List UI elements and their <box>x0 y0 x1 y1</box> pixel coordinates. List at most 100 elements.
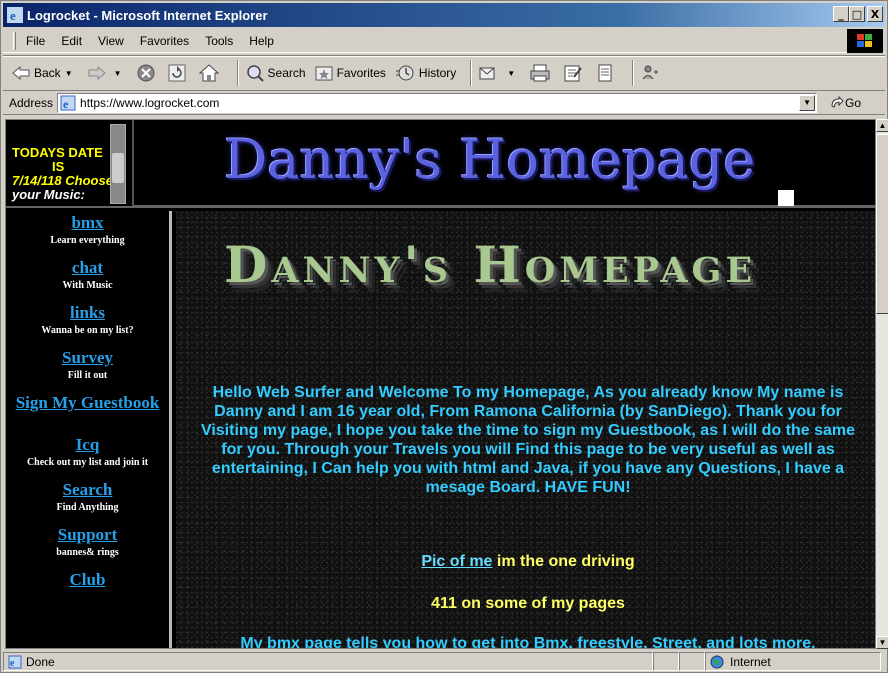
menu-help[interactable]: Help <box>249 34 274 48</box>
page-icon: e <box>60 95 76 111</box>
status-cell-blank <box>679 652 705 671</box>
go-arrow-icon <box>831 95 844 108</box>
nav-link-search[interactable]: Search <box>6 480 169 500</box>
search-icon <box>246 65 264 82</box>
edit-button[interactable] <box>562 63 587 83</box>
svg-text:e: e <box>63 97 69 111</box>
nav-link-links[interactable]: links <box>6 303 169 323</box>
svg-text:e: e <box>10 658 15 669</box>
nav-sub-icq: Check out my list and join it <box>26 457 149 468</box>
nav-item-icq: Icq Check out my list and join it <box>6 435 169 468</box>
mail-button[interactable]: ▼ <box>478 63 521 83</box>
nav-link-club[interactable]: Club <box>6 570 169 590</box>
refresh-button[interactable] <box>167 63 190 83</box>
menu-favorites[interactable]: Favorites <box>140 34 189 48</box>
nav-item-links: links Wanna be on my list? <box>6 303 169 336</box>
nav-link-chat[interactable]: chat <box>6 258 169 278</box>
favorites-label: Favorites <box>336 66 386 80</box>
scroll-thumb[interactable] <box>876 134 888 314</box>
main-content-frame: Danny's Homepage Hello Web Surfer and We… <box>176 211 875 649</box>
pic-of-me-link[interactable]: Pic of me <box>421 553 492 570</box>
address-input[interactable]: e https://www.logrocket.com ▼ <box>57 92 818 113</box>
standard-toolbar: Back ▼ ▼ Search Favorites History ▼ <box>3 55 885 91</box>
date-text: TODAYS DATE IS 7/14/118 Choose your Musi… <box>12 146 113 202</box>
windows-logo-icon <box>847 29 883 53</box>
history-label: History <box>418 66 457 80</box>
vertical-scrollbar[interactable]: ▲ ▼ <box>876 119 888 649</box>
menu-file[interactable]: File <box>26 34 45 48</box>
forward-dropdown-icon[interactable]: ▼ <box>114 69 122 78</box>
back-dropdown-icon[interactable]: ▼ <box>65 69 73 78</box>
nav-item-chat: chat With Music <box>6 258 169 291</box>
nav-item-club: Club <box>6 570 169 590</box>
page-viewport: TODAYS DATE IS 7/14/118 Choose your Musi… <box>5 119 876 649</box>
forward-arrow-icon <box>88 65 106 81</box>
internet-globe-icon <box>710 655 724 668</box>
nav-sub-bmx: Learn everything <box>50 235 125 246</box>
print-button[interactable] <box>529 63 554 83</box>
address-dropdown-icon[interactable]: ▼ <box>799 94 816 111</box>
scroll-up-icon[interactable]: ▲ <box>876 119 888 132</box>
maximize-button[interactable]: □ <box>849 6 865 22</box>
messenger-button[interactable] <box>640 63 663 83</box>
date-line-1: TODAYS DATE <box>12 145 103 160</box>
toolbar-separator <box>470 60 473 86</box>
nav-sub-search: Find Anything <box>56 502 119 513</box>
date-line-2: IS <box>52 159 65 174</box>
nav-sub-support: bannes& rings <box>56 547 119 558</box>
title-bar: e Logrocket - Microsoft Internet Explore… <box>3 3 885 27</box>
status-cell-blank <box>653 652 679 671</box>
go-button[interactable]: Go <box>829 95 862 110</box>
menu-tools[interactable]: Tools <box>205 34 233 48</box>
pic-caption: im the one driving <box>492 553 635 570</box>
address-bar: Address e https://www.logrocket.com ▼ Go <box>3 91 885 115</box>
nav-item-support: Support bannes& rings <box>6 525 169 558</box>
date-line-4: your Music: <box>12 187 85 202</box>
broken-image-icon <box>778 190 794 206</box>
address-url: https://www.logrocket.com <box>80 95 220 110</box>
mail-icon <box>479 67 495 80</box>
browser-window: e Logrocket - Microsoft Internet Explore… <box>0 0 888 673</box>
refresh-icon <box>168 64 186 82</box>
nav-link-survey[interactable]: Survey <box>6 348 169 368</box>
back-button[interactable]: Back ▼ <box>11 65 79 81</box>
welcome-text: Hello Web Surfer and Welcome To my Homep… <box>200 384 856 496</box>
back-label: Back <box>34 66 61 80</box>
menu-edit[interactable]: Edit <box>61 34 82 48</box>
history-button[interactable]: History <box>394 63 456 83</box>
nav-link-support[interactable]: Support <box>6 525 169 545</box>
home-icon <box>198 64 219 82</box>
nav-link-guestbook[interactable]: Sign My Guestbook <box>6 393 169 413</box>
scroll-down-icon[interactable]: ▼ <box>876 636 888 649</box>
back-arrow-icon <box>12 65 30 81</box>
discuss-button[interactable] <box>595 63 618 83</box>
nav-sub-links: Wanna be on my list? <box>41 325 134 336</box>
ie-logo-icon: e <box>7 7 23 23</box>
mail-dropdown-icon[interactable]: ▼ <box>507 69 515 78</box>
forward-button[interactable]: ▼ <box>87 65 128 81</box>
home-button[interactable] <box>198 63 223 83</box>
menu-view[interactable]: View <box>98 34 124 48</box>
nav-link-icq[interactable]: Icq <box>6 435 169 455</box>
search-label: Search <box>267 66 306 80</box>
search-button[interactable]: Search <box>245 63 306 83</box>
go-label: Go <box>845 95 862 110</box>
date-box-scrollbar[interactable] <box>110 124 126 204</box>
stop-button[interactable] <box>136 63 159 83</box>
toolbar-separator <box>632 60 635 86</box>
status-text: Done <box>26 654 55 669</box>
zone-label: Internet <box>730 654 771 669</box>
bmx-description: My bmx page tells you how to get into Bm… <box>240 635 816 649</box>
minimize-button[interactable]: _ <box>833 6 849 22</box>
nav-sub-survey: Fill it out <box>67 370 108 381</box>
address-label: Address <box>9 95 54 110</box>
nav-item-survey: Survey Fill it out <box>6 348 169 381</box>
messenger-icon <box>642 65 659 80</box>
menu-bar: File Edit View Favorites Tools Help <box>3 29 885 53</box>
nav-sub-chat: With Music <box>62 280 113 291</box>
favorites-button[interactable]: Favorites <box>314 63 386 83</box>
page-done-icon: e <box>8 655 22 669</box>
nav-item-search: Search Find Anything <box>6 480 169 513</box>
close-button[interactable]: X <box>867 6 883 22</box>
nav-link-bmx[interactable]: bmx <box>6 213 169 233</box>
